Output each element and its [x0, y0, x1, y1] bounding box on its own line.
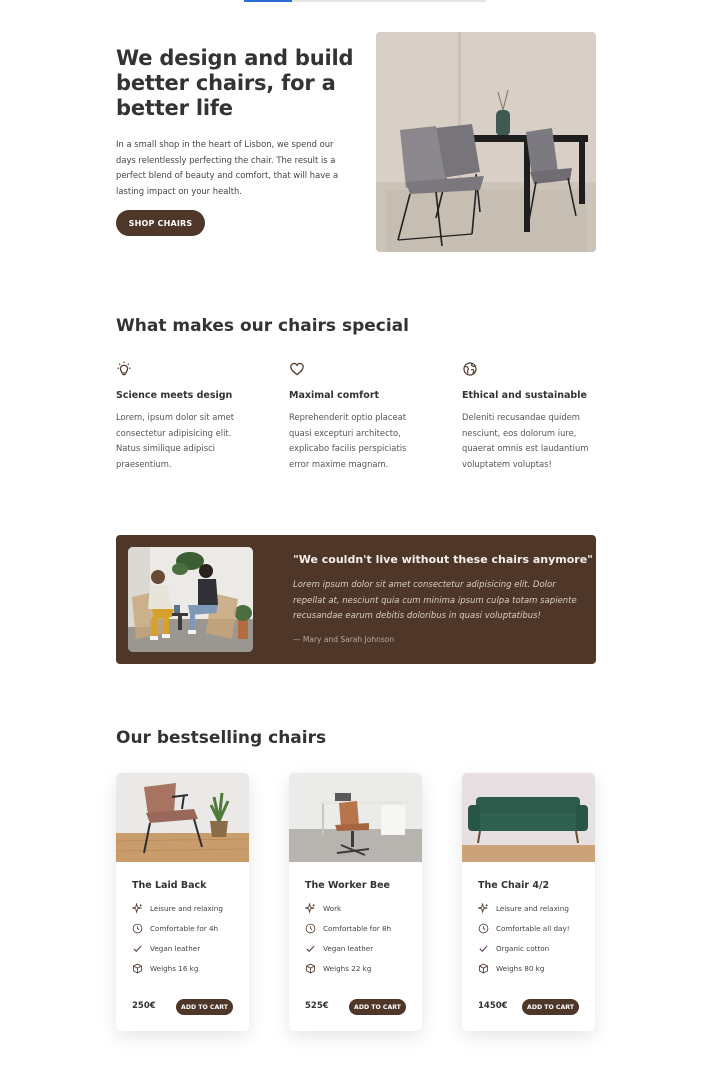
- product-feature: Comfortable for 4h: [132, 922, 218, 934]
- product-feature: Comfortable for 8h: [305, 922, 391, 934]
- product-feature: Weighs 22 kg: [305, 962, 371, 974]
- box-icon: [479, 963, 488, 973]
- clock-icon: [132, 923, 143, 933]
- product-name: The Worker Bee: [305, 880, 390, 891]
- product-feature: Comfortable all day!: [478, 922, 570, 934]
- top-scroll-indicator-active: [244, 0, 292, 2]
- clock-icon: [478, 923, 489, 933]
- features-section-title: What makes our chairs special: [116, 316, 409, 336]
- feature-text: Lorem, ipsum dolor sit amet consectetur …: [116, 412, 235, 469]
- check-icon: [133, 945, 142, 952]
- product-feature-text: Comfortable for 4h: [150, 923, 219, 933]
- add-to-cart-button[interactable]: ADD TO CART: [349, 999, 406, 1015]
- product-card-worker-bee[interactable]: The Worker Bee Work Comfortable for 8h V…: [289, 773, 422, 1031]
- product-name: The Laid Back: [132, 880, 207, 891]
- product-image: [462, 773, 595, 862]
- product-feature: Vegan leather: [305, 942, 373, 954]
- add-to-cart-button[interactable]: ADD TO CART: [176, 999, 233, 1015]
- product-price: 1450€: [478, 1001, 508, 1011]
- product-feature-text: Weighs 80 kg: [496, 963, 545, 973]
- clock-icon: [305, 923, 316, 933]
- sparkles-icon: [132, 902, 143, 914]
- sparkles-icon: [478, 902, 489, 914]
- product-feature: Vegan leather: [132, 942, 200, 954]
- box-icon: [306, 963, 315, 973]
- product-feature: Leisure and relaxing: [132, 902, 223, 914]
- add-to-cart-button[interactable]: ADD TO CART: [522, 999, 579, 1015]
- lightbulb-icon: [117, 361, 131, 376]
- product-feature-text: Comfortable all day!: [496, 923, 570, 933]
- product-feature-text: Organic cotton: [496, 943, 550, 953]
- product-image: [116, 773, 249, 862]
- product-feature: Work: [305, 902, 341, 914]
- testimonial-body: Lorem ipsum dolor sit amet consectetur a…: [293, 580, 577, 621]
- product-feature-text: Leisure and relaxing: [150, 903, 223, 913]
- hero-title: We design and build better chairs, for a…: [116, 46, 354, 120]
- product-feature-text: Weighs 22 kg: [323, 963, 372, 973]
- product-feature: Leisure and relaxing: [478, 902, 569, 914]
- feature-text: Reprehenderit optio placeat quasi except…: [289, 412, 407, 469]
- feature-text: Deleniti recusandae quidem nesciunt, eos…: [462, 412, 589, 469]
- hero-image: [376, 32, 596, 252]
- check-icon: [306, 945, 315, 952]
- hero-description: In a small shop in the heart of Lisbon, …: [116, 139, 339, 196]
- shop-chairs-button[interactable]: SHOP CHAIRS: [116, 210, 205, 236]
- product-feature-text: Vegan leather: [323, 943, 374, 953]
- box-icon: [133, 963, 142, 973]
- product-feature: Weighs 16 kg: [132, 962, 198, 974]
- product-feature-text: Weighs 16 kg: [150, 963, 199, 973]
- feature-title: Ethical and sustainable: [462, 390, 587, 401]
- product-feature: Organic cotton: [478, 942, 549, 954]
- feature-science: Science meets design Lorem, ipsum dolor …: [116, 361, 266, 469]
- check-icon: [479, 945, 488, 952]
- testimonial-quote: "We couldn't live without these chairs a…: [293, 553, 593, 566]
- product-price: 250€: [132, 1001, 156, 1011]
- product-card-laid-back[interactable]: The Laid Back Leisure and relaxing Comfo…: [116, 773, 249, 1031]
- feature-comfort: Maximal comfort Reprehenderit optio plac…: [289, 361, 439, 469]
- feature-ethical: Ethical and sustainable Deleniti recusan…: [462, 361, 612, 469]
- globe-icon: [463, 362, 477, 376]
- testimonial-banner: "We couldn't live without these chairs a…: [116, 535, 596, 664]
- product-image: [289, 773, 422, 862]
- feature-title: Science meets design: [116, 390, 233, 401]
- product-feature-text: Comfortable for 8h: [323, 923, 392, 933]
- testimonial-image: [128, 547, 253, 652]
- product-feature-text: Vegan leather: [150, 943, 201, 953]
- product-card-chair-4-2[interactable]: The Chair 4/2 Leisure and relaxing Comfo…: [462, 773, 595, 1031]
- product-feature-text: Leisure and relaxing: [496, 903, 569, 913]
- feature-title: Maximal comfort: [289, 390, 380, 401]
- sparkles-icon: [305, 902, 316, 914]
- product-price: 525€: [305, 1001, 329, 1011]
- product-feature: Weighs 80 kg: [478, 962, 544, 974]
- product-feature-text: Work: [323, 903, 342, 913]
- top-scroll-indicator: [244, 0, 486, 2]
- bestsellers-section-title: Our bestselling chairs: [116, 728, 327, 748]
- product-name: The Chair 4/2: [478, 880, 550, 891]
- heart-icon: [290, 362, 304, 376]
- testimonial-author: — Mary and Sarah Johnson: [293, 635, 395, 644]
